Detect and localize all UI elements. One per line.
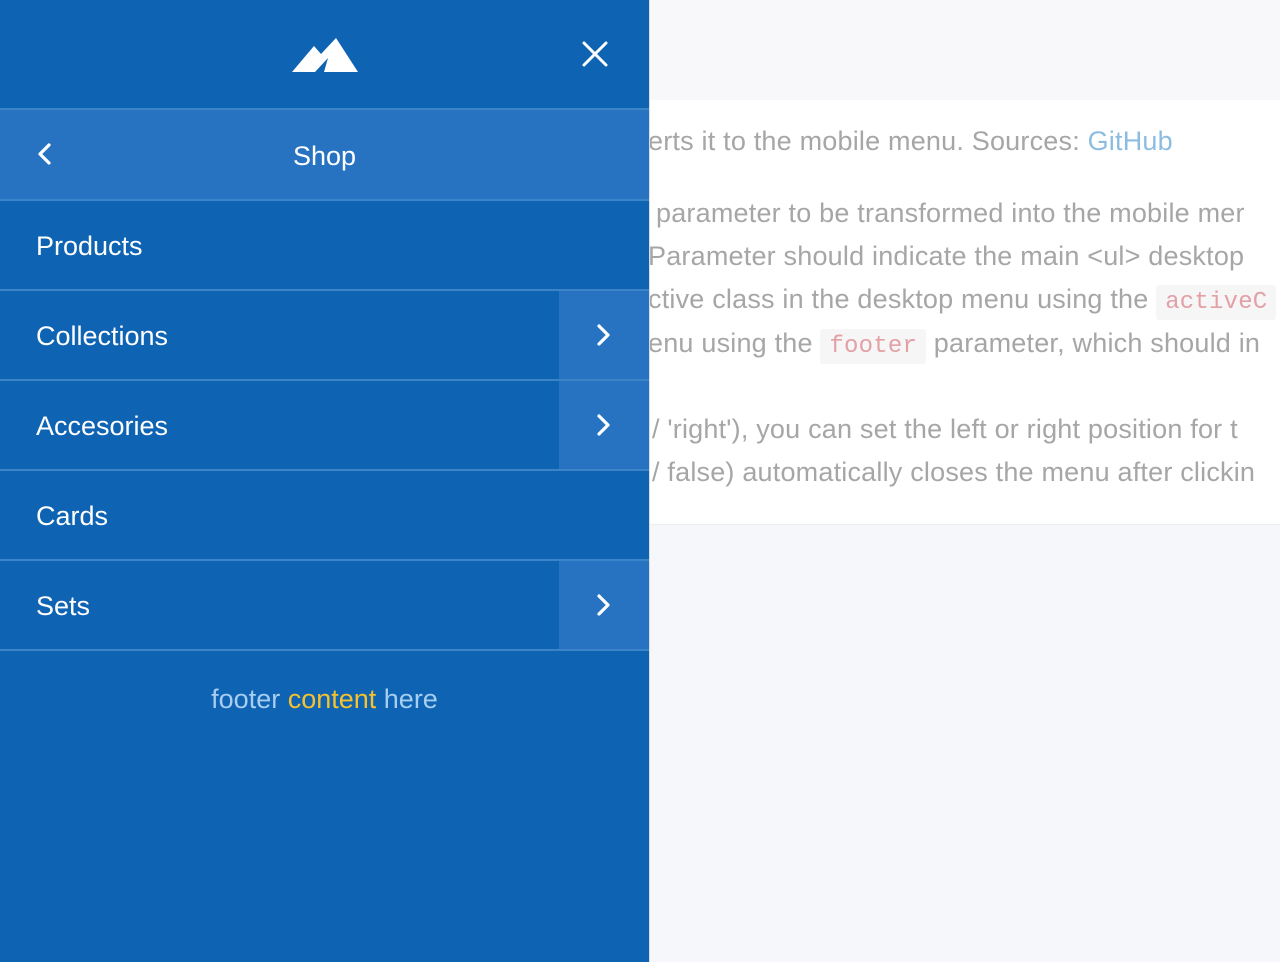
content-line-4: ctive class in the desktop menu using th… [648, 284, 1277, 320]
drawer-header [0, 0, 649, 108]
content-text: erts it to the mobile menu. Sources: [648, 126, 1088, 156]
submenu-back-bar[interactable]: Shop [0, 110, 649, 199]
submenu-title: Shop [292, 141, 357, 171]
open-submenu-button[interactable] [559, 381, 649, 469]
content-line-1: erts it to the mobile menu. Sources: Git… [648, 126, 1173, 157]
content-line-7: / false) automatically closes the menu a… [652, 457, 1256, 487]
menu-item-label: Products [36, 231, 143, 261]
content-text: parameter, which should in [926, 328, 1261, 358]
open-submenu-button[interactable] [559, 561, 649, 649]
footer-text: here [376, 684, 438, 714]
footer-highlight: content [287, 684, 377, 714]
menu-item-label: Cards [36, 501, 109, 531]
content-line-5: enu using the footer parameter, which sh… [648, 328, 1261, 364]
inline-code: activeC [1156, 285, 1277, 320]
content-line-2: parameter to be transformed into the mob… [656, 198, 1245, 228]
menu-item-label: Collections [36, 321, 169, 351]
menu-item-label: Sets [36, 591, 91, 621]
content-text: ctive class in the desktop menu using th… [648, 284, 1157, 314]
menu-item-accesories[interactable]: Accesories [0, 381, 649, 469]
footer-text: footer [211, 684, 288, 714]
menu-item-products[interactable]: Products [0, 201, 649, 289]
chevron-right-icon [597, 594, 610, 616]
mountain-logo-icon[interactable] [290, 36, 360, 74]
content-line-6: / 'right'), you can set the left or righ… [652, 414, 1238, 444]
content-text: enu using the [648, 328, 821, 358]
menu-item-cards[interactable]: Cards [0, 471, 649, 559]
menu-item-label: Accesories [36, 411, 169, 441]
divider [0, 649, 649, 651]
chevron-right-icon [597, 324, 610, 346]
github-link[interactable]: GitHub [1088, 126, 1173, 156]
drawer-footer: footer content here [0, 684, 649, 715]
open-submenu-button[interactable] [559, 291, 649, 379]
menu-item-sets[interactable]: Sets [0, 561, 649, 649]
close-icon[interactable] [575, 34, 615, 74]
menu-item-collections[interactable]: Collections [0, 291, 649, 379]
content-line-3: Parameter should indicate the main <ul> … [648, 241, 1245, 271]
mobile-menu-drawer: Shop Products Collections Accesories Car… [0, 0, 650, 962]
inline-code: footer [820, 329, 927, 364]
chevron-right-icon [597, 414, 610, 436]
